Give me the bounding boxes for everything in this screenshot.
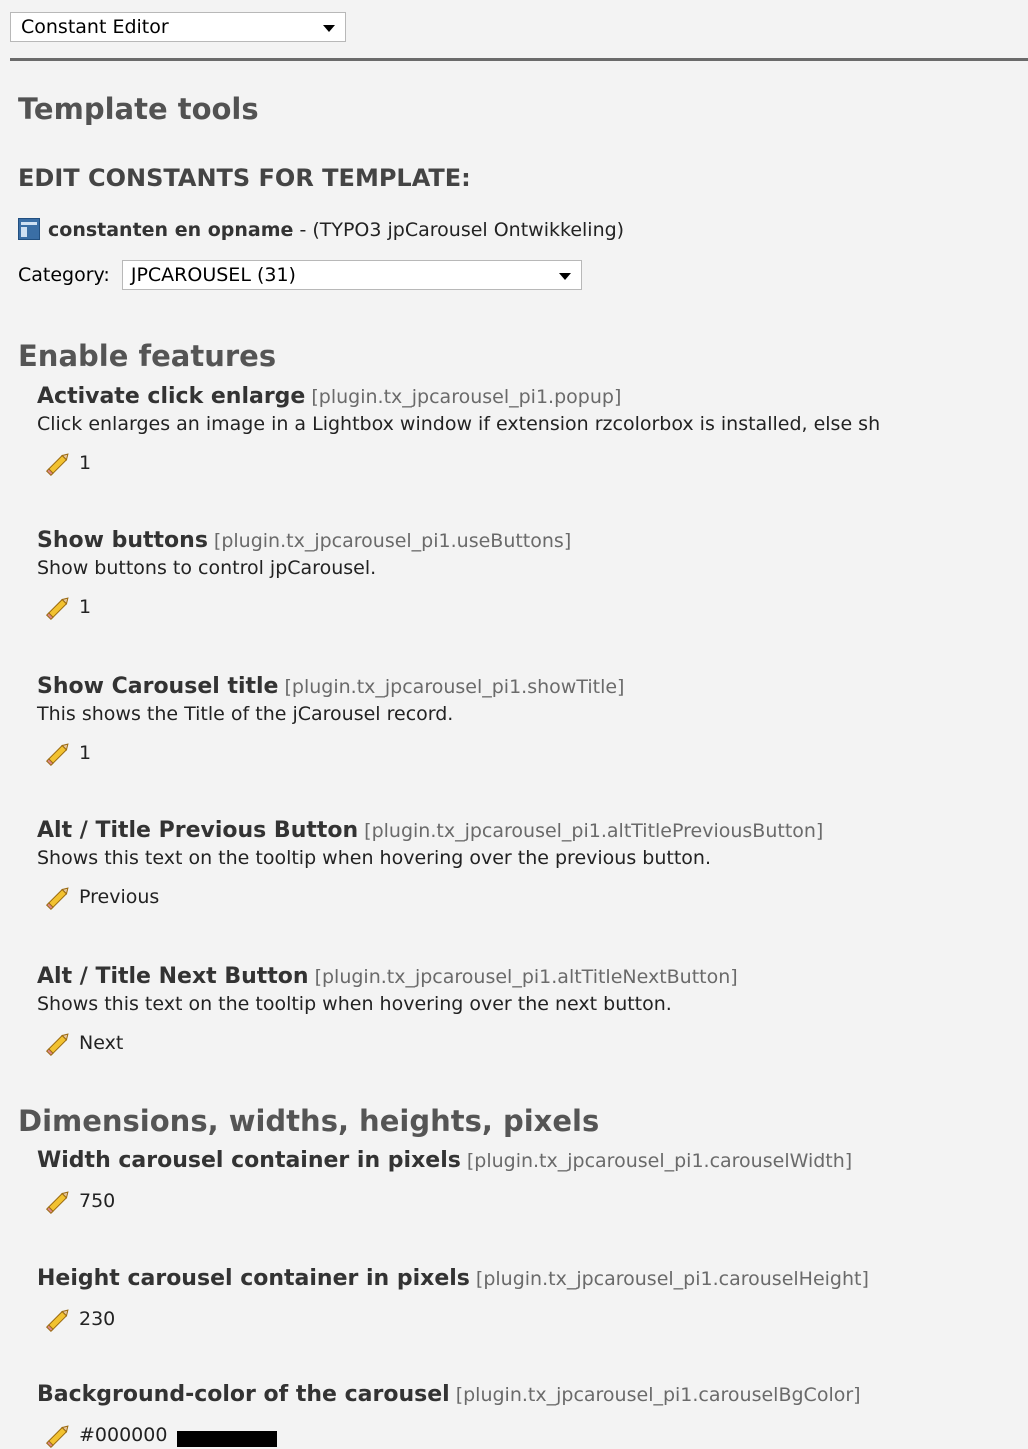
constant-value: 230	[79, 1308, 116, 1330]
constant-description: This shows the Title of the jCarousel re…	[37, 703, 454, 725]
constant-item-alt-title-next: Alt / Title Next Button [plugin.tx_jpcaro…	[37, 964, 738, 1057]
category-row: Category: JPCAROUSEL (31)	[18, 260, 582, 290]
constant-title: Show Carousel title	[37, 674, 279, 699]
category-select-value: JPCAROUSEL (31)	[130, 264, 296, 286]
constant-key: [plugin.tx_jpcarousel_pi1.useButtons]	[213, 530, 572, 552]
constant-value: 750	[79, 1190, 116, 1212]
constant-value-row: 1	[43, 449, 880, 477]
constant-title: Alt / Title Previous Button	[37, 818, 359, 843]
section-subtitle: EDIT CONSTANTS FOR TEMPLATE:	[18, 164, 471, 192]
constant-title: Width carousel container in pixels	[37, 1148, 461, 1173]
constant-item-alt-title-previous: Alt / Title Previous Button [plugin.tx_jp…	[37, 818, 823, 911]
category-label: Category:	[18, 264, 110, 286]
color-swatch	[177, 1431, 278, 1447]
pencil-icon[interactable]	[43, 1031, 73, 1057]
constant-value-row: 1	[43, 593, 571, 621]
constant-title: Alt / Title Next Button	[37, 964, 309, 989]
section-title-enable-features: Enable features	[18, 339, 277, 373]
constant-value: 1	[79, 452, 92, 474]
pencil-icon[interactable]	[43, 451, 73, 477]
constant-value-row: 1	[43, 739, 624, 767]
section-title-dimensions: Dimensions, widths, heights, pixels	[18, 1104, 600, 1138]
constant-description: Click enlarges an image in a Lightbox wi…	[37, 413, 881, 435]
constant-description: Shows this text on the tooltip when hove…	[37, 993, 672, 1015]
constant-value: Previous	[79, 886, 160, 908]
module-function-select[interactable]: Constant Editor	[10, 12, 346, 42]
pencil-icon[interactable]	[43, 1423, 73, 1449]
constant-description: Shows this text on the tooltip when hove…	[37, 847, 711, 869]
constant-key: [plugin.tx_jpcarousel_pi1.carouselHeight…	[475, 1268, 869, 1290]
template-name[interactable]: constanten en opname	[48, 219, 293, 241]
pencil-icon[interactable]	[43, 595, 73, 621]
constant-key: [plugin.tx_jpcarousel_pi1.showTitle]	[284, 676, 625, 698]
constant-value: Next	[79, 1032, 124, 1054]
constant-value-row: 230	[43, 1305, 869, 1333]
template-record-line: constanten en opname - (TYPO3 jpCarousel…	[18, 218, 624, 241]
page-title: Template tools	[18, 92, 259, 126]
constant-title: Height carousel container in pixels	[37, 1266, 470, 1291]
pencil-icon[interactable]	[43, 741, 73, 767]
pencil-icon[interactable]	[43, 885, 73, 911]
constant-value: 1	[79, 596, 92, 618]
constant-value: 1	[79, 742, 92, 764]
constant-key: [plugin.tx_jpcarousel_pi1.popup]	[311, 386, 622, 408]
toolbar-divider	[10, 58, 1028, 61]
page-icon[interactable]	[18, 218, 40, 240]
constant-item-carousel-width: Width carousel container in pixels [plugi…	[37, 1148, 852, 1215]
module-function-select-value: Constant Editor	[21, 16, 169, 38]
constant-item-use-buttons: Show buttons [plugin.tx_jpcarousel_pi1.us…	[37, 528, 571, 621]
constant-value-row: 750	[43, 1187, 852, 1215]
category-select[interactable]: JPCAROUSEL (31)	[121, 260, 582, 290]
constant-key: [plugin.tx_jpcarousel_pi1.altTitleNextBu…	[314, 966, 738, 988]
chevron-down-icon[interactable]	[558, 273, 571, 280]
constant-key: [plugin.tx_jpcarousel_pi1.carouselBgColo…	[455, 1384, 861, 1406]
constant-item-carousel-bgcolor: Background-color of the carousel [plugin.…	[37, 1382, 861, 1449]
constant-title: Show buttons	[37, 528, 208, 553]
template-site: - (TYPO3 jpCarousel Ontwikkeling)	[293, 219, 625, 241]
constant-description: Show buttons to control jpCarousel.	[37, 557, 377, 579]
constant-item-carousel-height: Height carousel container in pixels [plug…	[37, 1266, 869, 1333]
module-toolbar: Constant Editor	[0, 0, 1028, 58]
constant-item-popup: Activate click enlarge [plugin.tx_jpcarou…	[37, 384, 880, 477]
constant-item-show-title: Show Carousel title [plugin.tx_jpcarousel…	[37, 674, 624, 767]
constant-value-row: #000000	[43, 1421, 861, 1449]
pencil-icon[interactable]	[43, 1189, 73, 1215]
constant-value-row: Next	[43, 1029, 738, 1057]
constant-key: [plugin.tx_jpcarousel_pi1.altTitlePrevio…	[364, 820, 824, 842]
pencil-icon[interactable]	[43, 1307, 73, 1333]
constant-title: Background-color of the carousel	[37, 1382, 450, 1407]
constant-title: Activate click enlarge	[37, 384, 306, 409]
constant-value-row: Previous	[43, 883, 823, 911]
constant-value: #000000	[79, 1424, 168, 1446]
constant-key: [plugin.tx_jpcarousel_pi1.carouselWidth]	[466, 1150, 853, 1172]
chevron-down-icon[interactable]	[323, 25, 335, 32]
